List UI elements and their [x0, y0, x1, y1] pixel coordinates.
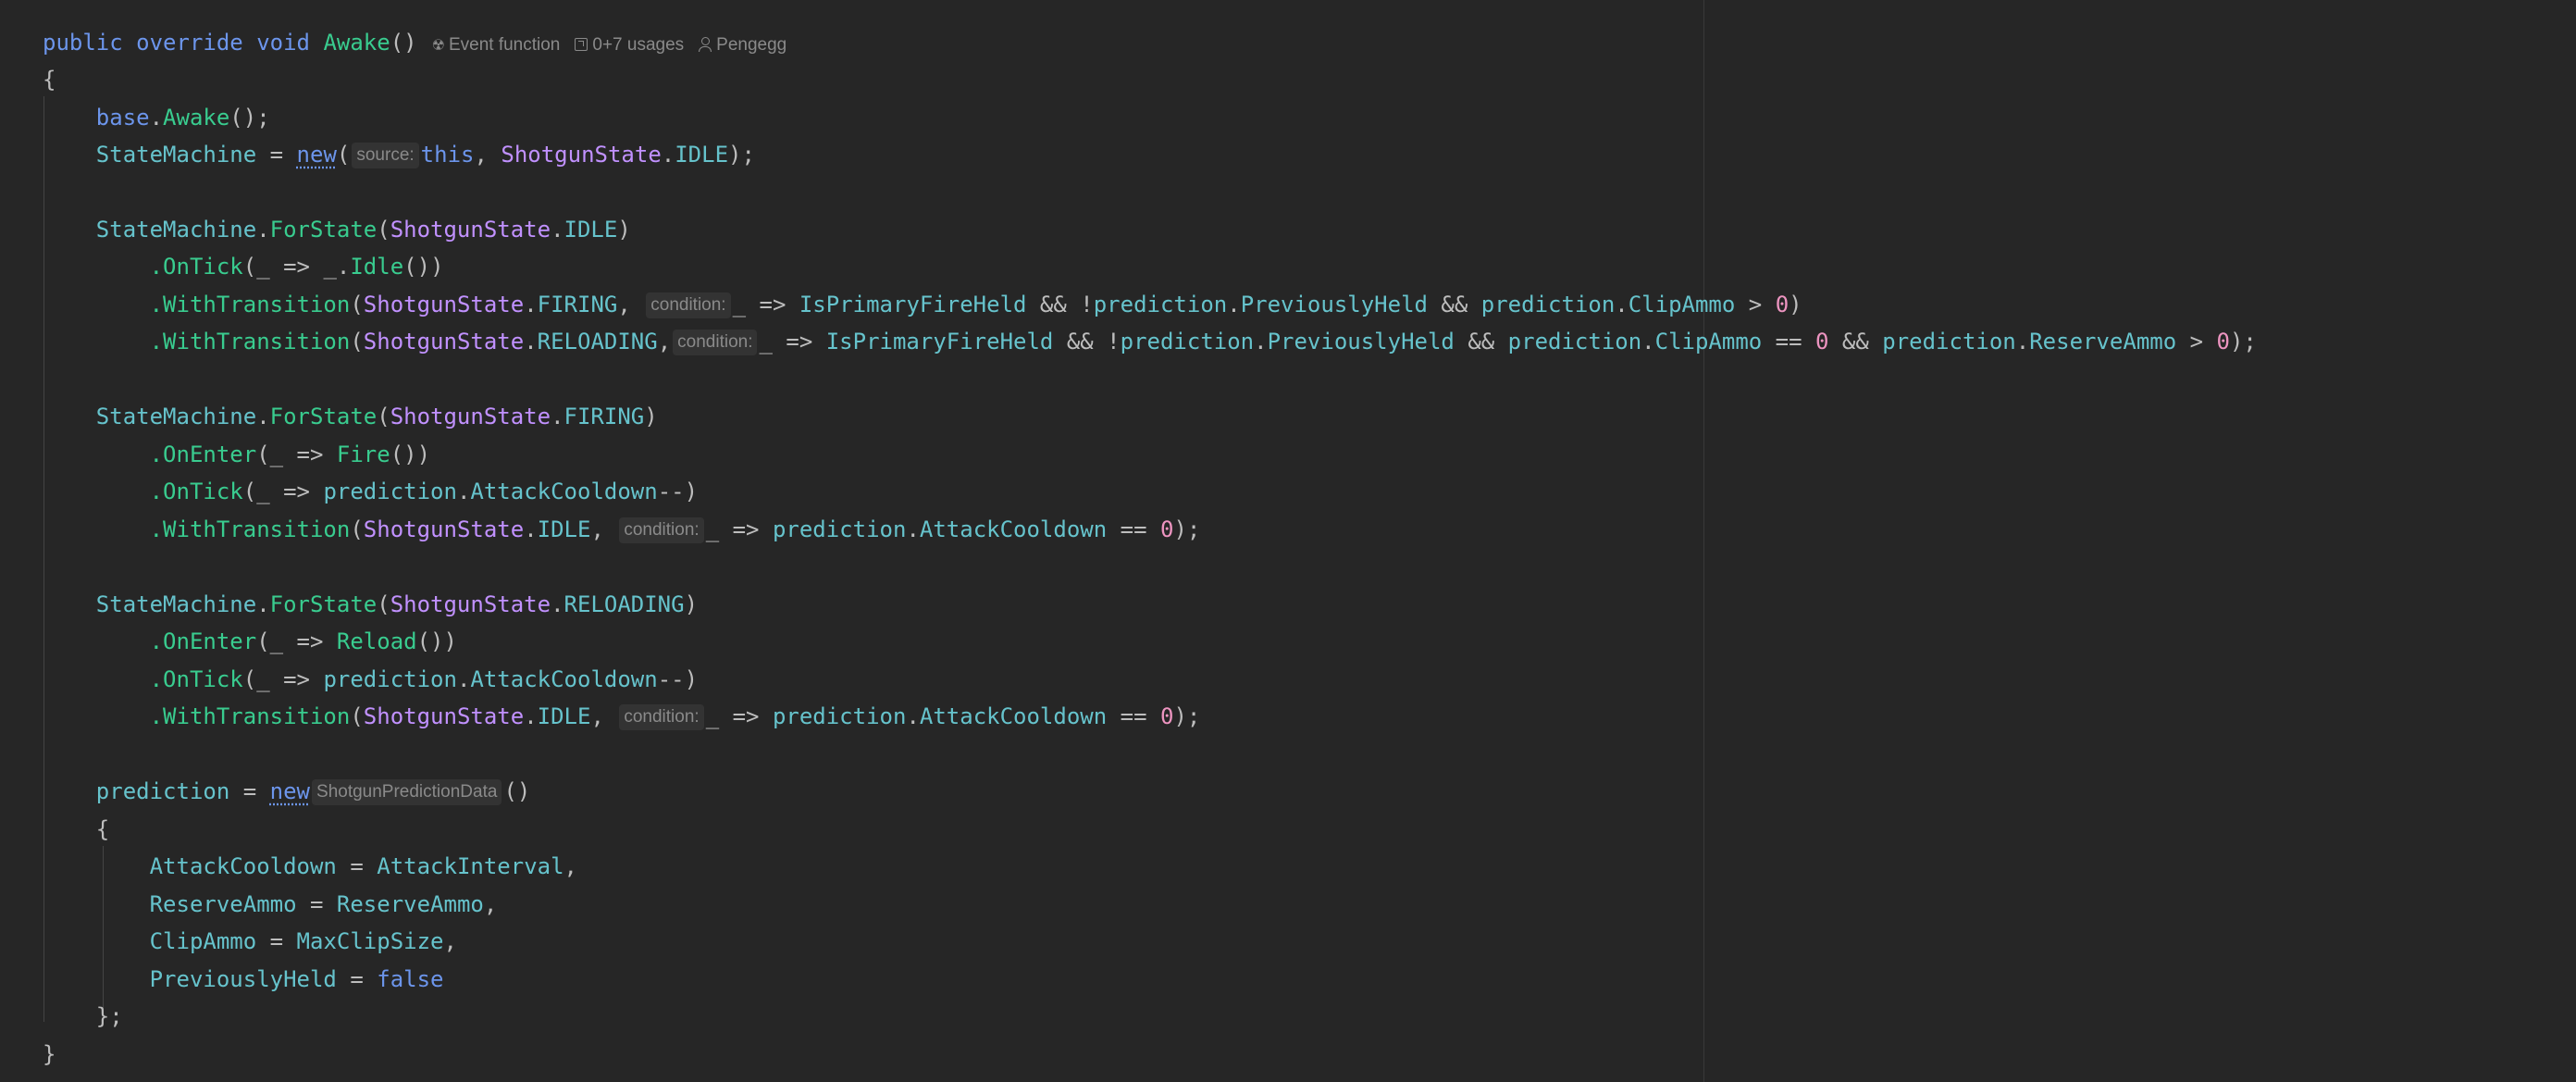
code-line-method-signature[interactable]: public override void Awake() ☢ Event funct…	[43, 24, 786, 61]
keyword-void: void	[256, 30, 310, 56]
code-line-for-state-firing[interactable]: StateMachine.ForState(ShotgunState.FIRIN…	[43, 398, 658, 435]
code-line-open-brace[interactable]: {	[43, 61, 56, 98]
code-line-idle-on-tick[interactable]: .OnTick(_ => _.Idle())	[43, 248, 444, 285]
code-lens-usages[interactable]: 0+7 usages	[575, 35, 684, 55]
code-line-firing-transition-idle[interactable]: .WithTransition(ShotgunState.IDLE, condi…	[43, 511, 1200, 548]
right-margin-guide	[1703, 0, 1704, 1082]
code-line-init-reserve-ammo[interactable]: ReserveAmmo = ReserveAmmo,	[43, 886, 498, 923]
code-line-for-state-reloading[interactable]: StateMachine.ForState(ShotgunState.RELOA…	[43, 586, 698, 623]
code-line-for-state-idle[interactable]: StateMachine.ForState(ShotgunState.IDLE)	[43, 211, 631, 248]
keyword-public: public	[43, 30, 123, 56]
code-line-init-previously-held[interactable]: PreviouslyHeld = false	[43, 961, 444, 998]
code-line-firing-on-enter[interactable]: .OnEnter(_ => Fire())	[43, 436, 430, 473]
unity-event-icon: ☢	[431, 38, 445, 54]
code-lens-author[interactable]: Pengegg	[699, 35, 786, 55]
code-editor[interactable]: public override void Awake() ☢ Event funct…	[0, 0, 2576, 1082]
code-line-firing-on-tick[interactable]: .OnTick(_ => prediction.AttackCooldown--…	[43, 473, 698, 510]
code-line-init-clip-ammo[interactable]: ClipAmmo = MaxClipSize,	[43, 923, 457, 960]
parameter-hint-condition: condition:	[619, 517, 704, 543]
code-line-prediction-new[interactable]: prediction = new ShotgunPredictionData()	[43, 773, 530, 810]
code-line-initializer-close[interactable]: };	[43, 998, 123, 1035]
parameter-hint-source: source:	[352, 143, 419, 168]
code-line-reloading-on-enter[interactable]: .OnEnter(_ => Reload())	[43, 623, 457, 660]
code-line-init-attack-cooldown[interactable]: AttackCooldown = AttackInterval,	[43, 848, 577, 885]
usages-icon	[575, 38, 588, 51]
type-hint-prediction-data: ShotgunPredictionData	[312, 779, 502, 805]
code-line-base-awake[interactable]: base.Awake();	[43, 99, 270, 136]
code-line-close-brace[interactable]: }	[43, 1036, 56, 1073]
parameter-hint-condition: condition:	[673, 330, 758, 355]
code-line-reloading-transition-idle[interactable]: .WithTransition(ShotgunState.IDLE, condi…	[43, 698, 1200, 735]
code-lens-event-function[interactable]: ☢ Event function	[432, 35, 561, 55]
code-line-reloading-on-tick[interactable]: .OnTick(_ => prediction.AttackCooldown--…	[43, 661, 698, 698]
parameter-hint-condition: condition:	[646, 292, 731, 318]
code-line-initializer-open[interactable]: {	[43, 811, 109, 848]
code-line-idle-transition-firing[interactable]: .WithTransition(ShotgunState.FIRING, con…	[43, 286, 1802, 323]
parameter-hint-condition: condition:	[619, 704, 704, 730]
method-name-awake[interactable]: Awake	[323, 30, 390, 56]
code-line-idle-transition-reloading[interactable]: .WithTransition(ShotgunState.RELOADING, c…	[43, 323, 2257, 360]
author-icon	[699, 37, 712, 52]
keyword-override: override	[136, 30, 243, 56]
code-line-state-machine-new[interactable]: StateMachine = new(source: this, ShotgunS…	[43, 136, 755, 173]
